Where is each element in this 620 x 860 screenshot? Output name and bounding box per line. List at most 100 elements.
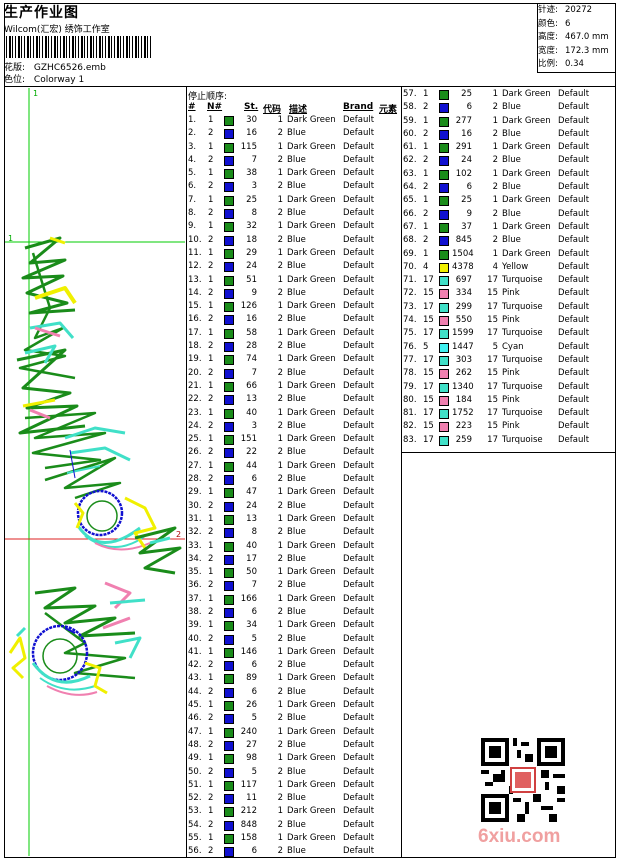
color-description: Dark Green [287, 593, 336, 604]
needle-number: 1 [208, 593, 214, 604]
stitch-count: 24 [246, 261, 257, 272]
color-code: 2 [492, 155, 498, 166]
color-description: Dark Green [287, 380, 336, 391]
stop-index: 44. [188, 686, 202, 697]
thread-brand: Default [558, 182, 590, 193]
color-code: 17 [487, 381, 498, 392]
color-swatch-icon [224, 235, 234, 246]
needle-number: 5 [423, 341, 429, 352]
stitch-count: 303 [455, 354, 472, 365]
color-description: Blue [287, 208, 306, 219]
thread-brand: Default [558, 341, 590, 352]
color-swatch-icon [224, 342, 234, 353]
stitch-count: 1599 [452, 328, 474, 339]
color-code: 15 [487, 315, 498, 326]
stop-index: 24. [188, 420, 202, 431]
needle-number: 2 [423, 155, 429, 166]
color-code: 2 [277, 261, 283, 272]
color-description: Blue [287, 660, 306, 671]
color-swatch-icon [224, 395, 234, 406]
color-code: 2 [277, 341, 283, 352]
color-description: Blue [287, 739, 306, 750]
stitch-count: 3 [251, 420, 257, 431]
stop-index: 55. [188, 833, 202, 844]
color-code: 15 [487, 421, 498, 432]
thread-brand: Default [343, 673, 375, 684]
color-description: Blue [287, 447, 306, 458]
stitch-count: 697 [455, 275, 472, 286]
color-swatch-icon [439, 249, 449, 260]
color-swatch-icon [439, 316, 449, 327]
stitch-count: 24 [246, 500, 257, 511]
stitch-count: 1504 [452, 248, 474, 259]
color-description: Blue [287, 154, 306, 165]
color-swatch-icon [224, 262, 234, 273]
color-code: 2 [277, 181, 283, 192]
stitch-count: 9 [466, 208, 472, 219]
stop-index: 67. [403, 221, 417, 232]
needle-number: 1 [208, 806, 214, 817]
color-description: Blue [502, 102, 521, 113]
color-code: 1 [277, 593, 283, 604]
stitch-count: 848 [240, 819, 257, 830]
color-description: Blue [502, 182, 521, 193]
table-row: 65. 1 25 1 Dark Green Default [403, 194, 615, 207]
color-swatch-icon [224, 129, 234, 140]
stitch-count: 66 [246, 380, 257, 391]
table-row: 30. 2 24 2 Blue Default [188, 500, 400, 513]
table-row: 81. 17 1752 17 Turquoise Default [403, 407, 615, 420]
stop-index: 22. [188, 394, 202, 405]
stitch-count: 40 [246, 540, 257, 551]
stop-index: 30. [188, 500, 202, 511]
needle-number: 2 [208, 580, 214, 591]
thread-brand: Default [343, 367, 375, 378]
color-description: Dark Green [287, 779, 336, 790]
color-description: Blue [287, 314, 306, 325]
color-code: 2 [277, 394, 283, 405]
color-description: Dark Green [287, 620, 336, 631]
needle-number: 1 [208, 700, 214, 711]
thread-brand: Default [558, 275, 590, 286]
table-row: 7. 1 25 1 Dark Green Default [188, 194, 400, 207]
needle-number: 2 [208, 606, 214, 617]
table-row: 17. 1 58 1 Dark Green Default [188, 327, 400, 340]
needle-number: 1 [423, 195, 429, 206]
table-row: 26. 2 22 2 Blue Default [188, 446, 400, 459]
stop-index: 33. [188, 540, 202, 551]
stats-bottom-divider [537, 72, 616, 73]
color-description: Dark Green [287, 115, 336, 125]
color-description: Dark Green [287, 168, 336, 179]
needle-number: 17 [423, 408, 434, 419]
color-code: 1 [277, 726, 283, 737]
color-description: Blue [287, 367, 306, 378]
stitch-count: 9 [251, 287, 257, 298]
color-code: 2 [277, 447, 283, 458]
needle-number: 2 [423, 235, 429, 246]
color-description: Blue [287, 500, 306, 511]
color-code: 2 [277, 234, 283, 245]
needle-number: 2 [208, 341, 214, 352]
thread-brand: Default [343, 713, 375, 724]
stat-stitches: 针迹: 20272 [538, 5, 593, 15]
color-description: Blue [287, 527, 306, 538]
needle-number: 2 [423, 102, 429, 113]
color-code: 1 [277, 487, 283, 498]
needle-number: 1 [423, 168, 429, 179]
needle-number: 1 [208, 726, 214, 737]
needle-number: 1 [208, 221, 214, 232]
stop-index: 5. [188, 168, 197, 179]
color-swatch-icon [224, 528, 234, 539]
thread-brand: Default [343, 700, 375, 711]
needle-number: 1 [208, 407, 214, 418]
stop-index: 54. [188, 819, 202, 830]
thread-brand: Default [558, 408, 590, 419]
table-row: 79. 17 1340 17 Turquoise Default [403, 381, 615, 394]
color-description: Dark Green [502, 248, 551, 259]
color-code: 17 [487, 301, 498, 312]
color-description: Dark Green [287, 806, 336, 817]
thread-brand: Default [558, 128, 590, 139]
color-swatch-icon [224, 435, 234, 446]
color-swatch-icon [224, 288, 234, 299]
needle-number: 1 [208, 779, 214, 790]
color-description: Pink [502, 315, 520, 326]
